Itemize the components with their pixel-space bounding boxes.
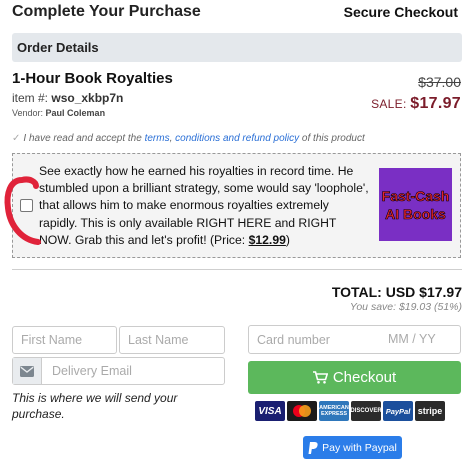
- order-bump-description: See exactly how he earned his royalties …: [39, 163, 369, 249]
- product-cover-text: Fast-Cash AI Books: [381, 187, 450, 222]
- paypal-icon: PayPal: [383, 401, 413, 421]
- terms-link[interactable]: terms: [145, 133, 170, 144]
- sale-price-line: SALE: $17.97: [371, 95, 461, 113]
- order-total: TOTAL: USD $17.97: [331, 284, 462, 300]
- order-details-bar: Order Details: [12, 33, 462, 62]
- savings-text: You save: $19.03 (51%): [349, 301, 462, 313]
- mastercard-icon: [287, 401, 317, 421]
- secure-checkout-label: Secure Checkout: [343, 4, 458, 20]
- divider: [12, 269, 462, 270]
- sale-price: $17.97: [410, 95, 461, 112]
- terms-separator: ,: [169, 133, 173, 144]
- first-name-input[interactable]: [12, 326, 117, 354]
- visa-icon: VISA: [255, 401, 285, 421]
- email-note: This is where we will send your purchase…: [12, 391, 178, 421]
- original-price: $37.00: [418, 74, 461, 90]
- vendor-prefix: Vendor:: [12, 108, 44, 118]
- vendor-name: Paul Coleman: [45, 108, 106, 118]
- refund-policy-link[interactable]: conditions and refund policy: [175, 133, 299, 144]
- checkout-button[interactable]: Checkout: [248, 361, 461, 394]
- item-number: item #: wso_xkbp7n: [12, 91, 123, 105]
- paypal-label: PayPal: [385, 406, 411, 416]
- page-header: Complete Your Purchase Secure Checkout: [0, 0, 474, 28]
- email-field-group: [12, 357, 225, 385]
- page-title: Complete Your Purchase: [12, 3, 201, 20]
- last-name-input[interactable]: [119, 326, 225, 354]
- order-bump-text: See exactly how he earned his royalties …: [39, 164, 369, 247]
- item-id: wso_xkbp7n: [51, 91, 124, 105]
- discover-label: DISCOVER: [350, 408, 382, 414]
- amex-icon: AMERICAN EXPRESS: [319, 401, 349, 421]
- terms-text-pre: I have read and accept the: [23, 133, 142, 144]
- paypal-logo-icon: [308, 441, 318, 454]
- checkout-label: Checkout: [332, 369, 397, 386]
- stripe-icon: stripe: [415, 401, 445, 421]
- product-name: 1-Hour Book Royalties: [12, 70, 173, 87]
- envelope-icon: [13, 358, 42, 384]
- vendor-line: Vendor: Paul Coleman: [12, 108, 105, 118]
- order-bump-price: $12.99: [248, 232, 286, 247]
- expiry-placeholder[interactable]: MM / YY: [388, 332, 436, 346]
- item-prefix: item #:: [12, 91, 49, 105]
- sale-label: SALE:: [371, 97, 407, 111]
- red-circle-annotation: [4, 176, 41, 245]
- amex-label: AMERICAN EXPRESS: [319, 405, 349, 417]
- paypal-button[interactable]: Pay with Paypal: [303, 436, 402, 459]
- payment-methods: VISA AMERICAN EXPRESS DISCOVER PayPal st…: [255, 401, 445, 421]
- terms-text-post: of this product: [301, 133, 365, 144]
- discover-icon: DISCOVER: [350, 401, 382, 421]
- visa-label: VISA: [258, 405, 282, 417]
- checkmark-icon: ✓: [12, 133, 21, 144]
- product-cover-image: Fast-Cash AI Books: [379, 168, 452, 241]
- stripe-label: stripe: [417, 406, 443, 416]
- delivery-email-input[interactable]: [43, 358, 224, 384]
- cart-icon: [312, 371, 328, 384]
- paypal-button-label: Pay with Paypal: [322, 441, 397, 454]
- order-bump-box: See exactly how he earned his royalties …: [12, 153, 461, 258]
- order-bump-text-end: ): [285, 232, 290, 247]
- order-details-label: Order Details: [17, 40, 99, 55]
- terms-agreement: ✓ I have read and accept the terms, condi…: [12, 133, 365, 144]
